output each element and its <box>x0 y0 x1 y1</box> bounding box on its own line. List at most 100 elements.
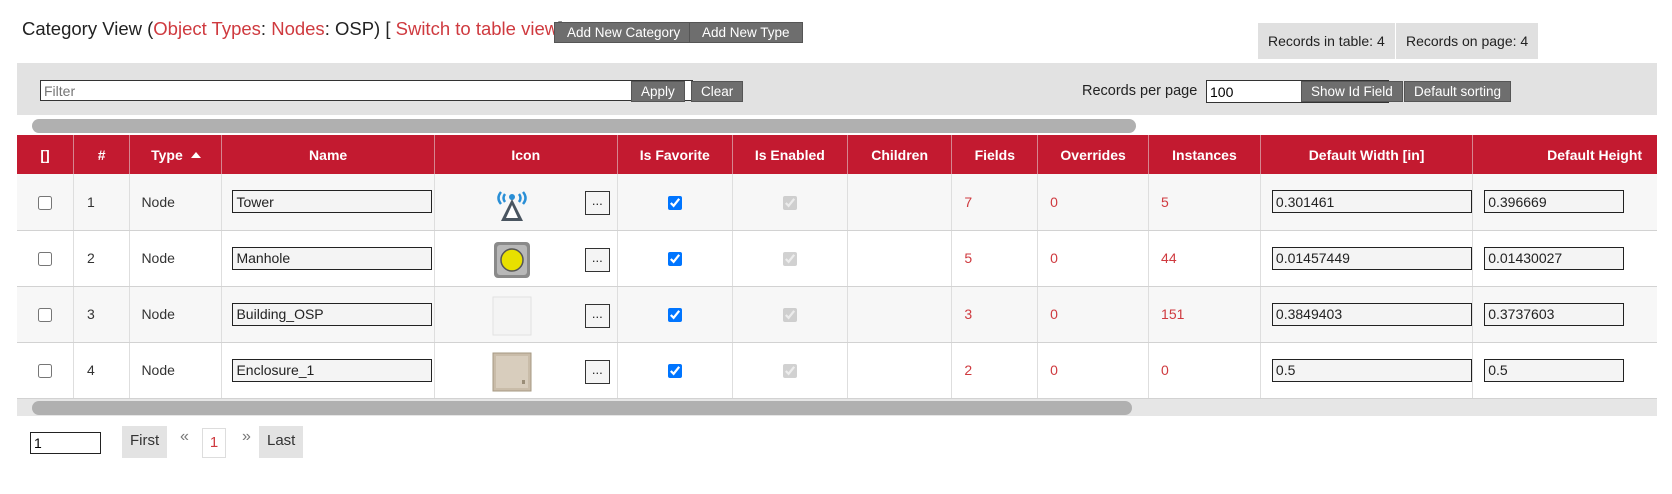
choose-icon-button[interactable]: ... <box>584 247 610 272</box>
next-page-icon[interactable]: » <box>242 428 251 446</box>
column-header-fields[interactable]: Fields <box>951 135 1039 174</box>
add-new-category-button[interactable]: Add New Category <box>554 22 694 43</box>
column-header-children[interactable]: Children <box>847 135 953 174</box>
object-types-link[interactable]: Object Types <box>153 18 261 39</box>
instances-link[interactable]: 0 <box>1148 342 1261 399</box>
overrides-link[interactable]: 0 <box>1037 286 1150 343</box>
row-select-checkbox[interactable] <box>37 364 52 379</box>
blank-icon <box>492 296 532 335</box>
is-favorite-checkbox[interactable] <box>667 252 682 267</box>
fields-link[interactable]: 7 <box>951 174 1039 231</box>
choose-icon-button[interactable]: ... <box>584 191 610 215</box>
name-input[interactable] <box>232 190 433 214</box>
default-width-input[interactable] <box>1271 358 1472 382</box>
is-enabled-checkbox <box>782 195 797 210</box>
is-favorite-checkbox[interactable] <box>667 195 682 210</box>
choose-icon-button[interactable]: ... <box>584 303 610 328</box>
row-type: Node <box>129 174 223 231</box>
instances-link[interactable]: 151 <box>1148 286 1261 343</box>
show-id-field-button[interactable]: Show Id Field <box>1301 81 1403 102</box>
page-title: Category View (Object Types: Nodes: OSP)… <box>22 18 563 40</box>
default-width-input[interactable] <box>1271 246 1472 270</box>
fields-link[interactable]: 5 <box>951 230 1039 287</box>
row-select-checkbox[interactable] <box>37 252 52 267</box>
is-enabled-checkbox <box>782 308 797 323</box>
table-header-row: [] # Type Name Icon Is Favorite Is Enabl… <box>17 135 1657 174</box>
column-header-icon[interactable]: Icon <box>434 135 618 174</box>
children-cell <box>847 230 953 287</box>
default-height-input[interactable] <box>1484 302 1625 326</box>
column-header-overrides[interactable]: Overrides <box>1037 135 1150 174</box>
row-type: Node <box>129 286 223 343</box>
column-header-number[interactable]: # <box>73 135 131 174</box>
is-enabled-checkbox <box>782 252 797 267</box>
table-row: 4 Node ... 2 0 0 <box>17 342 1657 399</box>
table-row: 3 Node ... 3 0 151 <box>17 286 1657 343</box>
column-header-is-enabled[interactable]: Is Enabled <box>732 135 848 174</box>
apply-button[interactable]: Apply <box>631 81 685 102</box>
first-page-button[interactable]: First <box>122 426 168 458</box>
title-prefix: Category View ( <box>22 18 154 39</box>
switch-to-table-view-link[interactable]: Switch to table view <box>396 18 558 39</box>
title-sep: : <box>260 18 272 39</box>
name-input[interactable] <box>232 246 433 270</box>
filter-bar: Apply Clear Records per page Show Id Fie… <box>17 63 1657 115</box>
default-height-input[interactable] <box>1484 190 1625 214</box>
table-row: 2 Node ... 5 0 44 <box>17 230 1657 287</box>
row-number: 3 <box>73 286 131 343</box>
sort-ascending-icon <box>190 151 201 158</box>
overrides-link[interactable]: 0 <box>1037 174 1150 231</box>
instances-link[interactable]: 44 <box>1148 230 1261 287</box>
column-header-default-height[interactable]: Default Height <box>1472 135 1657 174</box>
top-horizontal-scrollbar[interactable] <box>17 117 1657 134</box>
row-number: 2 <box>73 230 131 287</box>
row-select-checkbox[interactable] <box>37 195 52 210</box>
column-header-type[interactable]: Type <box>129 135 223 174</box>
bottom-horizontal-scrollbar[interactable] <box>17 399 1657 416</box>
default-sorting-button[interactable]: Default sorting <box>1404 81 1512 102</box>
add-new-type-button[interactable]: Add New Type <box>689 22 803 43</box>
default-height-input[interactable] <box>1484 246 1625 270</box>
page-1-button[interactable]: 1 <box>202 428 226 458</box>
is-favorite-checkbox[interactable] <box>667 308 682 323</box>
name-input[interactable] <box>232 358 433 382</box>
default-width-input[interactable] <box>1271 190 1472 214</box>
column-header-name[interactable]: Name <box>221 135 435 174</box>
default-width-input[interactable] <box>1271 302 1472 326</box>
enclosure-icon <box>492 352 532 391</box>
previous-page-icon[interactable]: « <box>180 428 189 446</box>
scrollbar-thumb[interactable] <box>32 119 1136 133</box>
children-cell <box>847 342 953 399</box>
row-type: Node <box>129 230 223 287</box>
column-header-default-width[interactable]: Default Width [in] <box>1260 135 1474 174</box>
column-header-type-label: Type <box>151 146 183 163</box>
nodes-link[interactable]: Nodes <box>271 18 324 39</box>
filter-input[interactable] <box>40 80 693 101</box>
column-header-instances[interactable]: Instances <box>1148 135 1261 174</box>
select-all-header[interactable]: [] <box>17 135 74 174</box>
overrides-link[interactable]: 0 <box>1037 342 1150 399</box>
row-select-checkbox[interactable] <box>37 308 52 323</box>
scrollbar-thumb[interactable] <box>32 401 1132 415</box>
records-on-page-badge: Records on page: 4 <box>1396 23 1539 59</box>
name-input[interactable] <box>232 302 433 326</box>
records-per-page-label: Records per page <box>1082 83 1198 99</box>
is-enabled-checkbox <box>782 364 797 379</box>
category-table: [] # Type Name Icon Is Favorite Is Enabl… <box>17 135 1657 399</box>
default-height-input[interactable] <box>1484 358 1625 382</box>
overrides-link[interactable]: 0 <box>1037 230 1150 287</box>
is-favorite-checkbox[interactable] <box>667 364 682 379</box>
manhole-icon <box>493 241 530 278</box>
instances-link[interactable]: 5 <box>1148 174 1261 231</box>
clear-button[interactable]: Clear <box>691 81 744 102</box>
choose-icon-button[interactable]: ... <box>584 359 610 384</box>
records-in-table-badge: Records in table: 4 <box>1258 23 1395 59</box>
fields-link[interactable]: 3 <box>951 286 1039 343</box>
fields-link[interactable]: 2 <box>951 342 1039 399</box>
title-sep: : OSP) [ <box>324 18 396 39</box>
row-number: 4 <box>73 342 131 399</box>
last-page-button[interactable]: Last <box>259 426 304 458</box>
page-number-input[interactable] <box>30 432 101 454</box>
tower-icon <box>497 191 527 221</box>
column-header-is-favorite[interactable]: Is Favorite <box>617 135 733 174</box>
